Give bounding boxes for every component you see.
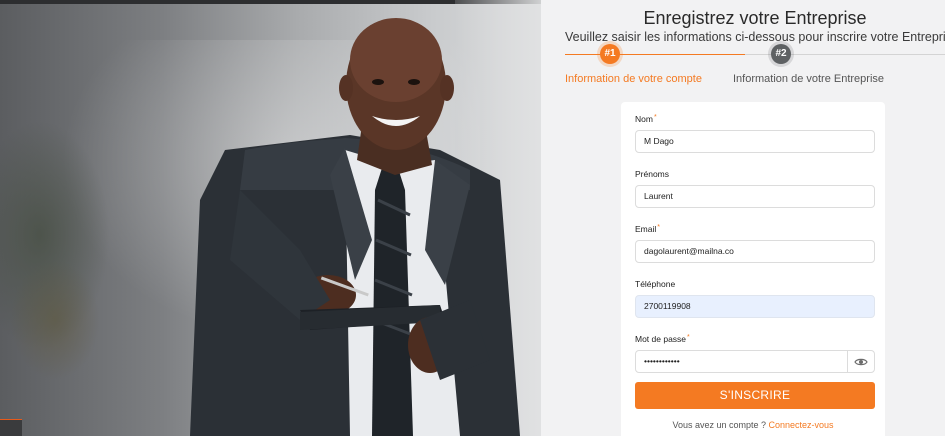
businessman-illustration <box>190 18 520 436</box>
page-subtitle: Veuillez saisir les informations ci-dess… <box>565 30 945 44</box>
eye-icon <box>854 358 868 365</box>
step-2-indicator[interactable]: #2 <box>771 44 791 64</box>
registration-form: Nom* M Dago Prénoms Laurent Email* dagol… <box>621 102 885 436</box>
email-input[interactable]: dagolaurent@mailna.co <box>635 240 875 263</box>
corner-widget <box>0 420 22 436</box>
hero-photo <box>0 0 541 436</box>
password-visibility-toggle[interactable] <box>847 351 874 372</box>
registration-panel: Enregistrez votre Entreprise Veuillez sa… <box>541 0 945 436</box>
nom-label: Nom* <box>635 114 657 124</box>
prenoms-input[interactable]: Laurent <box>635 185 875 208</box>
step-1-label[interactable]: Information de votre compte <box>565 73 702 85</box>
login-link[interactable]: Connectez-vous <box>769 420 834 430</box>
stepper: #1 Information de votre compte #2 Inform… <box>541 44 945 90</box>
password-value: •••••••••••• <box>644 356 680 366</box>
signup-button[interactable]: S'INSCRIRE <box>635 382 875 409</box>
prenoms-label: Prénoms <box>635 169 670 179</box>
password-label: Mot de passe* <box>635 334 690 344</box>
login-prompt: Vous avez un compte ? Connectez-vous <box>672 420 834 430</box>
telephone-label: Téléphone <box>635 279 676 289</box>
step-2-label[interactable]: Information de votre Entreprise <box>733 73 884 85</box>
password-input[interactable]: •••••••••••• <box>635 350 875 373</box>
telephone-input[interactable]: 2700119908 <box>635 295 875 318</box>
email-label: Email* <box>635 224 660 234</box>
nom-input[interactable]: M Dago <box>635 130 875 153</box>
page-title: Enregistrez votre Entreprise <box>643 8 867 28</box>
step-1-indicator[interactable]: #1 <box>600 44 620 64</box>
